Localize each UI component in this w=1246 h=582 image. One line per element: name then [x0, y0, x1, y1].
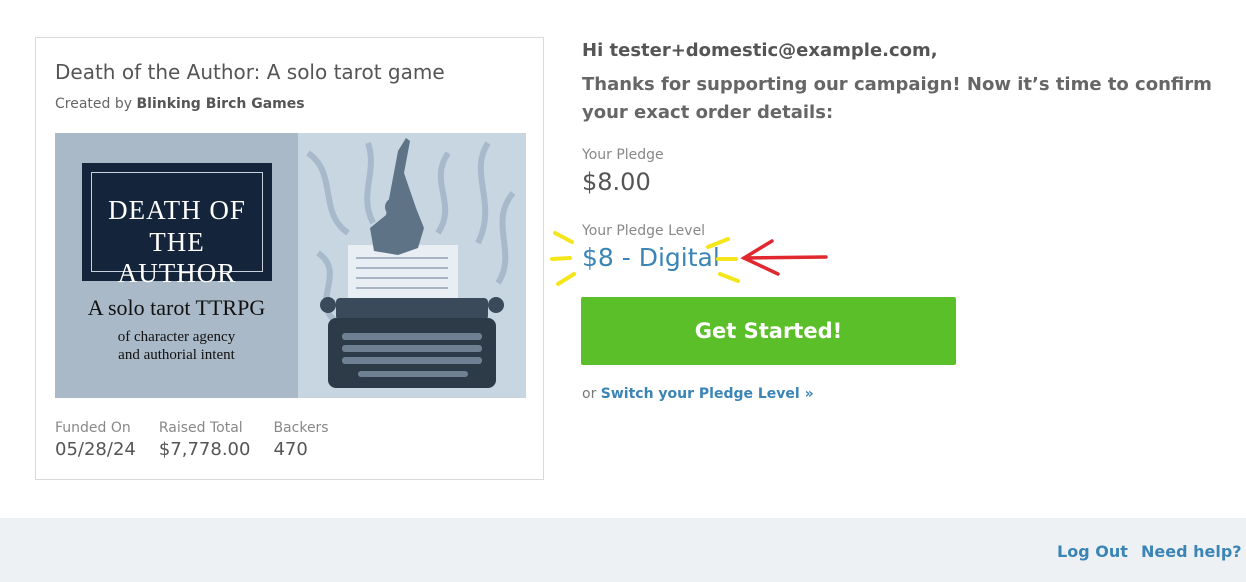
cover-title-line1: DEATH OF [108, 195, 246, 225]
switch-pledge-line: or Switch your Pledge Level » [582, 386, 814, 402]
cover-illustration [298, 133, 526, 398]
typewriter-figure-illustration [306, 138, 516, 388]
stat-value: $7,778.00 [158, 439, 251, 460]
cover-title-box: DEATH OF THE AUTHOR [82, 163, 272, 288]
stat-value: 470 [273, 439, 308, 460]
confirm-intro: Hi tester+domestic@example.com, Thanks f… [582, 40, 1222, 127]
cover-title-line2: THE AUTHOR [117, 227, 237, 288]
stat-backers: Backers 470 [273, 420, 328, 460]
project-title: Death of the Author: A solo tarot game [55, 60, 445, 84]
need-help-link[interactable]: Need help? [1141, 542, 1242, 561]
switch-prefix: or [582, 386, 601, 402]
pledge-amount: $8.00 [582, 168, 651, 196]
project-cover-image: DEATH OF THE AUTHOR A solo tarot TTRPG o… [55, 133, 526, 398]
project-stats: Funded On 05/28/24 Raised Total $7,778.0… [55, 420, 329, 460]
created-by-prefix: Created by [55, 96, 137, 112]
cover-subtitle: A solo tarot TTRPG [87, 295, 266, 320]
stat-label: Raised Total [158, 420, 243, 436]
cover-title-frame: DEATH OF THE AUTHOR [91, 172, 263, 288]
switch-pledge-level-link[interactable]: Switch your Pledge Level » [601, 386, 814, 402]
stat-raised-total: Raised Total $7,778.00 [159, 420, 251, 460]
project-creator: Created by Blinking Birch Games [55, 96, 305, 112]
project-card: Death of the Author: A solo tarot game C… [35, 37, 544, 480]
pledge-level-value: $8 - Digital [582, 243, 720, 272]
pledge-level-label: Your Pledge Level [582, 223, 706, 239]
stat-funded-on: Funded On 05/28/24 [55, 420, 136, 460]
stat-label: Backers [273, 420, 329, 436]
footer: Log Out Need help? [0, 518, 1246, 582]
logout-link[interactable]: Log Out [1057, 542, 1128, 561]
cover-left-panel: DEATH OF THE AUTHOR A solo tarot TTRPG o… [55, 133, 298, 398]
cover-tagline: of character agency and authorial intent [55, 328, 298, 364]
pledge-label: Your Pledge [582, 147, 664, 163]
red-arrow-icon [740, 239, 828, 276]
get-started-button[interactable]: Get Started! [581, 297, 956, 365]
thanks-text: Thanks for supporting our campaign! Now … [582, 74, 1212, 123]
cover-tagline-line2: and authorial intent [118, 347, 235, 363]
stat-value: 05/28/24 [55, 439, 136, 460]
stat-label: Funded On [55, 420, 131, 436]
greeting-text: Hi tester+domestic@example.com, [582, 40, 938, 61]
cover-tagline-line1: of character agency [117, 329, 236, 345]
creator-name: Blinking Birch Games [136, 96, 305, 112]
